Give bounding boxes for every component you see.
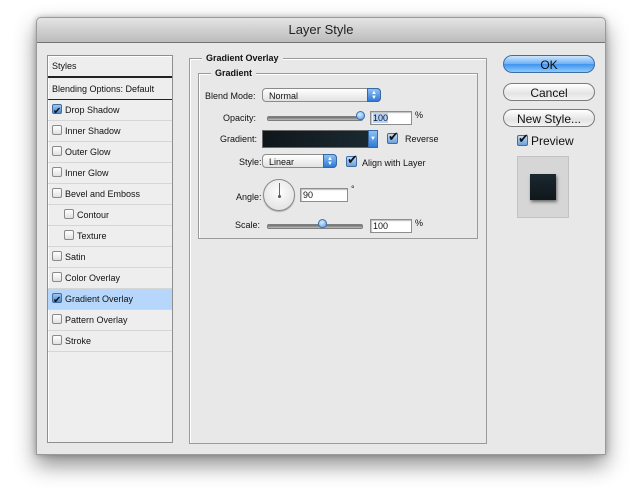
new-style-button[interactable]: New Style...: [503, 109, 595, 127]
style-item[interactable]: Outer Glow: [48, 142, 172, 163]
reverse-label: Reverse: [405, 134, 439, 144]
style-item-label: Drop Shadow: [65, 105, 120, 115]
style-item-checkbox[interactable]: [52, 125, 62, 135]
opacity-slider[interactable]: [267, 116, 363, 121]
style-item[interactable]: Pattern Overlay: [48, 310, 172, 331]
gradient-picker[interactable]: ▼: [262, 130, 378, 148]
align-with-layer-label: Align with Layer: [362, 158, 426, 168]
style-item-label: Inner Glow: [65, 168, 109, 178]
cancel-button[interactable]: Cancel: [503, 83, 595, 101]
style-item[interactable]: Inner Shadow: [48, 121, 172, 142]
group-title: Gradient: [211, 68, 257, 78]
gradient-label: Gradient:: [220, 134, 258, 144]
style-label: Style:: [239, 157, 262, 167]
style-item-checkbox[interactable]: [52, 146, 62, 156]
style-item-label: Stroke: [65, 336, 92, 346]
ok-button[interactable]: OK: [503, 55, 595, 73]
preview-checkbox[interactable]: [517, 132, 529, 147]
blend-mode-label: Blend Mode:: [205, 91, 256, 101]
blend-mode-value: Normal: [269, 91, 299, 101]
style-item-checkbox[interactable]: [52, 251, 62, 261]
style-item[interactable]: Contour: [48, 205, 172, 226]
angle-input[interactable]: 90: [300, 188, 348, 202]
dropdown-arrow-icon[interactable]: ▼: [368, 130, 378, 148]
blend-mode-select[interactable]: Normal ▲ ▼: [262, 88, 381, 102]
style-item-label: Inner Shadow: [65, 126, 121, 136]
scale-label: Scale:: [235, 220, 261, 230]
blending-options-item[interactable]: Blending Options: Default: [48, 79, 172, 100]
style-item-checkbox[interactable]: [52, 102, 62, 122]
styles-header-label: Styles: [52, 61, 77, 71]
style-item[interactable]: Satin: [48, 247, 172, 268]
reverse-checkbox[interactable]: [387, 130, 399, 145]
style-item-checkbox[interactable]: [64, 209, 74, 219]
preview-toggle[interactable]: Preview: [517, 132, 574, 148]
style-item[interactable]: Color Overlay: [48, 268, 172, 289]
layer-style-dialog: Layer Style Styles Blending Options: Def…: [36, 17, 606, 455]
angle-value: 90: [303, 190, 314, 200]
styles-list: Styles Blending Options: Default Drop Sh…: [47, 55, 173, 443]
style-value: Linear: [269, 157, 295, 167]
style-item-label: Contour: [77, 210, 110, 220]
style-item-label: Texture: [77, 231, 107, 241]
style-item-checkbox[interactable]: [52, 167, 62, 177]
style-item-label: Gradient Overlay: [65, 294, 134, 304]
updown-arrows-icon: ▲ ▼: [367, 88, 381, 102]
style-item-label: Color Overlay: [65, 273, 121, 283]
gradient-overlay-panel: Gradient Overlay Gradient Blend Mode: No…: [189, 53, 487, 444]
style-item-checkbox[interactable]: [52, 335, 62, 345]
style-item[interactable]: Inner Glow: [48, 163, 172, 184]
style-item[interactable]: Drop Shadow: [48, 100, 172, 122]
style-item-checkbox[interactable]: [52, 272, 62, 282]
opacity-input[interactable]: 100: [370, 111, 412, 125]
scale-value: 100: [373, 221, 389, 231]
scale-input[interactable]: 100: [370, 219, 412, 233]
style-item[interactable]: Gradient Overlay: [48, 289, 172, 311]
opacity-label: Opacity:: [223, 113, 257, 123]
style-item-label: Pattern Overlay: [65, 315, 128, 325]
style-item[interactable]: Stroke: [48, 331, 172, 352]
section-title: Gradient Overlay: [202, 53, 283, 63]
style-select[interactable]: Linear ▲ ▼: [262, 154, 337, 168]
style-item-label: Bevel and Emboss: [65, 189, 141, 199]
blending-options-label: Blending Options: Default: [52, 84, 155, 94]
opacity-slider-thumb[interactable]: [356, 111, 365, 120]
align-with-layer-checkbox[interactable]: [346, 153, 358, 168]
opacity-value: 100: [373, 113, 389, 123]
gradient-group: Gradient Blend Mode: Normal ▲ ▼ Opacity: …: [198, 68, 478, 239]
dialog-title: Layer Style: [288, 22, 354, 37]
title-bar[interactable]: Layer Style: [37, 18, 605, 43]
preview-label: Preview: [531, 134, 574, 148]
style-item[interactable]: Bevel and Emboss: [48, 184, 172, 205]
style-item-checkbox[interactable]: [52, 314, 62, 324]
style-item-checkbox[interactable]: [64, 230, 74, 240]
style-item-label: Satin: [65, 252, 86, 262]
angle-dial[interactable]: [263, 179, 295, 211]
degree-unit: °: [351, 184, 355, 194]
style-item-label: Outer Glow: [65, 147, 111, 157]
preview-swatch: [530, 174, 556, 200]
style-item[interactable]: Texture: [48, 226, 172, 247]
style-item-checkbox[interactable]: [52, 188, 62, 198]
scale-slider[interactable]: [267, 224, 363, 229]
style-preview-thumbnail: [517, 156, 569, 218]
angle-pivot: [278, 195, 281, 198]
style-item-checkbox[interactable]: [52, 291, 62, 311]
angle-label: Angle:: [236, 192, 262, 202]
scale-unit: %: [415, 218, 424, 228]
styles-header[interactable]: Styles: [48, 56, 172, 78]
opacity-unit: %: [415, 110, 424, 120]
updown-arrows-icon: ▲ ▼: [323, 154, 337, 168]
